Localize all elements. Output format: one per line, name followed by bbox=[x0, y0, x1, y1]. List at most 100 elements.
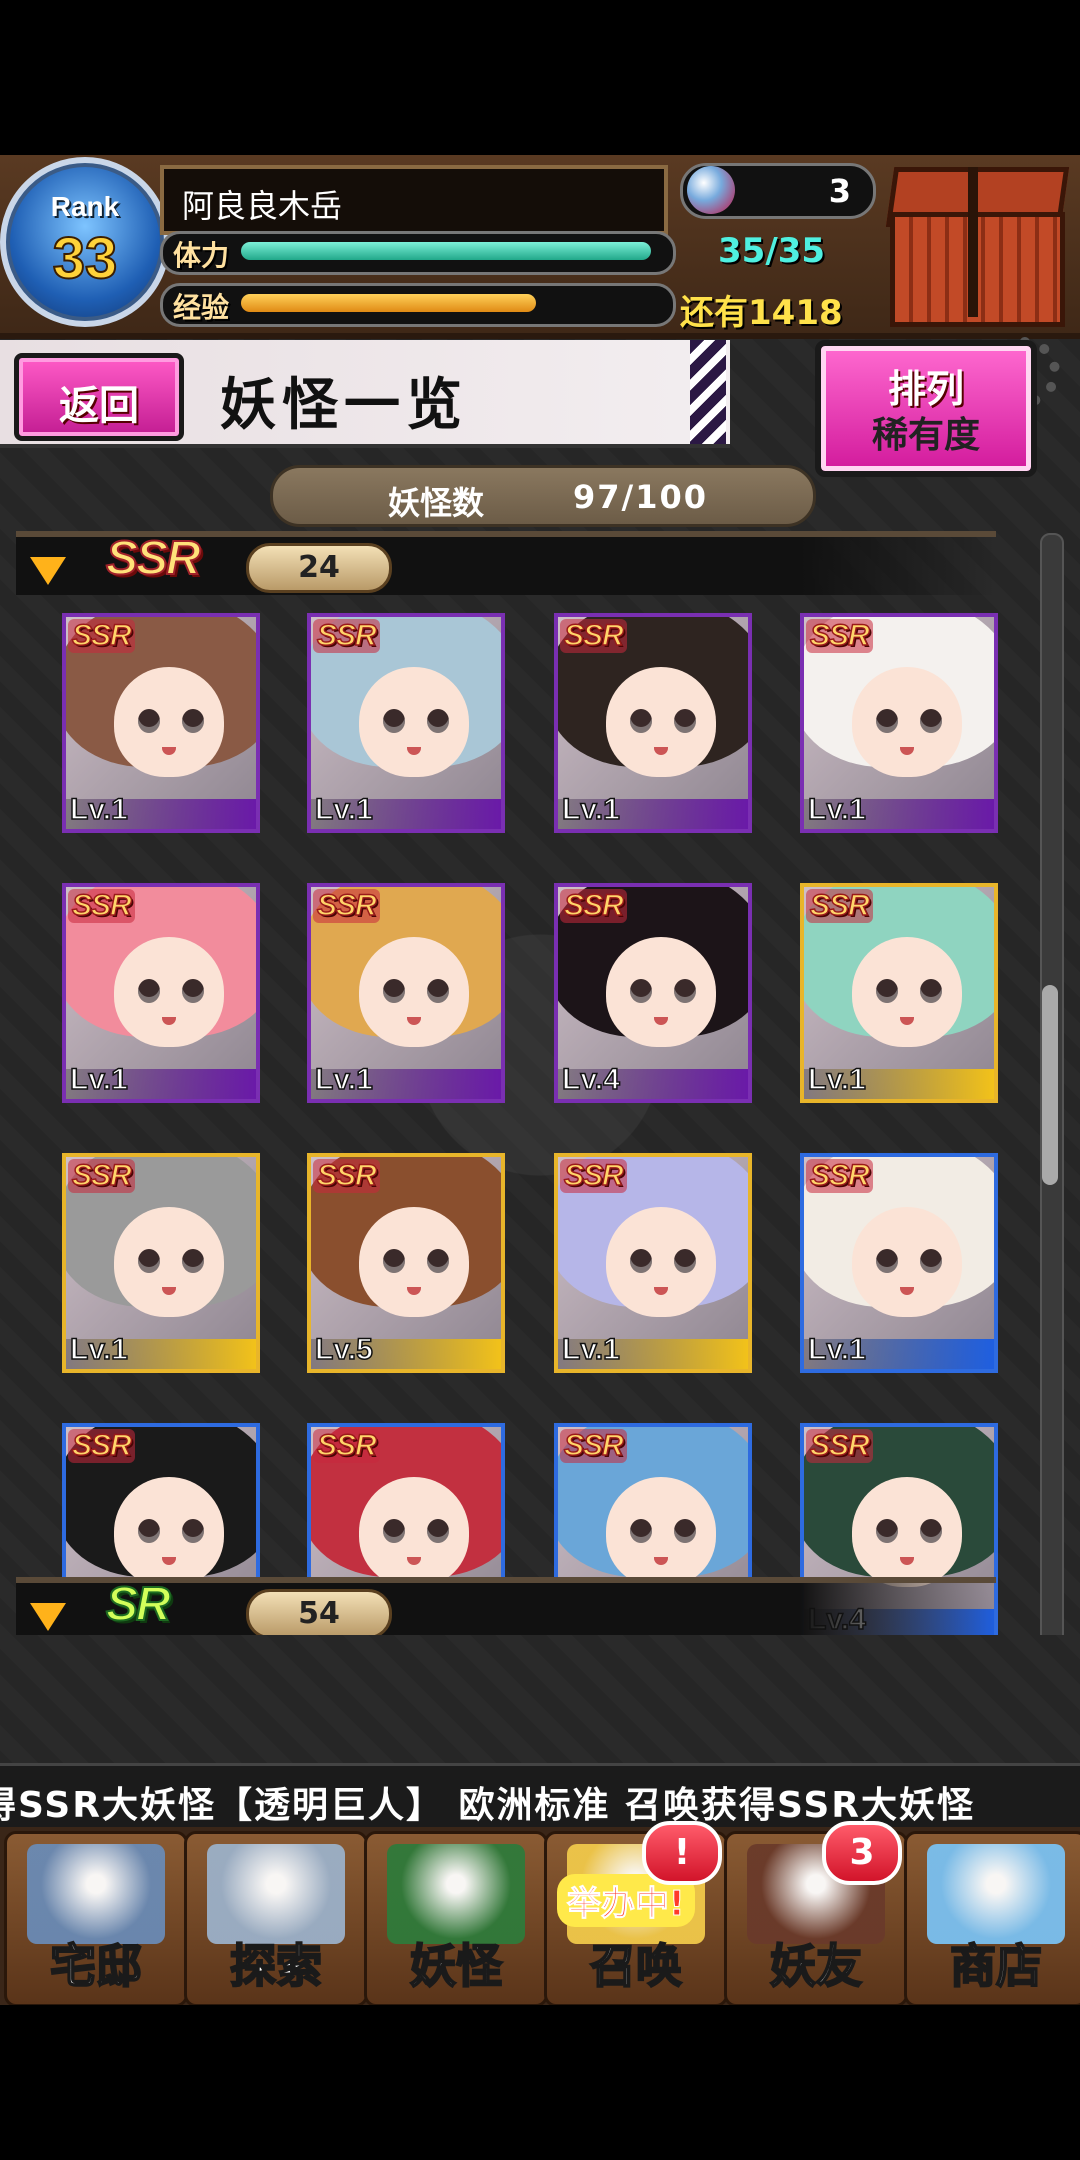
portrait-face bbox=[114, 667, 224, 777]
portrait-eye bbox=[876, 1519, 898, 1543]
portrait-face bbox=[606, 937, 716, 1047]
portrait-face bbox=[852, 667, 962, 777]
exp-remaining: 还有1418 bbox=[680, 293, 843, 333]
nav-label: 商店 bbox=[949, 1938, 1043, 1994]
stamina-value: 35/35 bbox=[718, 231, 826, 271]
ssr-tag: SSR bbox=[560, 888, 627, 923]
nav-item[interactable]: 商店 bbox=[904, 1831, 1080, 2005]
portrait-face bbox=[606, 1477, 716, 1587]
section-count: 54 bbox=[246, 1589, 392, 1635]
yokai-card[interactable]: SSR Lv.1 bbox=[554, 613, 752, 833]
portrait-eye bbox=[630, 1519, 652, 1543]
card-level: Lv.1 bbox=[69, 1062, 128, 1097]
portrait-face bbox=[606, 667, 716, 777]
portrait-face bbox=[114, 937, 224, 1047]
rank-value: 33 bbox=[52, 225, 119, 292]
back-button[interactable]: 返回 bbox=[14, 353, 184, 441]
mansion-icon bbox=[27, 1844, 165, 1944]
section-header-sr[interactable]: SR 54 bbox=[16, 1577, 996, 1635]
nav-item[interactable]: 宅邸 bbox=[4, 1831, 188, 2005]
portrait-face bbox=[359, 1477, 469, 1587]
card-level: Lv.1 bbox=[69, 792, 128, 827]
exp-label: 经验 bbox=[173, 291, 230, 324]
nav-item[interactable]: 探索 bbox=[184, 1831, 368, 2005]
card-level: Lv.4 bbox=[561, 1062, 620, 1097]
stamina-bar: 体力 bbox=[160, 231, 676, 275]
yokai-card[interactable]: SSR Lv.1 bbox=[62, 613, 260, 833]
title-pattern bbox=[690, 340, 726, 444]
exp-fill bbox=[241, 294, 537, 312]
ssr-tag: SSR bbox=[313, 888, 380, 923]
collapse-arrow-icon[interactable] bbox=[30, 557, 66, 585]
treasure-chest-icon[interactable] bbox=[880, 167, 1070, 327]
scrollbar-thumb[interactable] bbox=[1042, 985, 1058, 1185]
ssr-tag: SSR bbox=[806, 1428, 873, 1463]
portrait-face bbox=[114, 1207, 224, 1317]
portrait-eye bbox=[383, 1519, 405, 1543]
news-ticker: 得SSR大妖怪【透明巨人】 欧洲标准 召唤获得SSR大妖怪 bbox=[0, 1763, 1080, 1831]
portrait-face bbox=[359, 937, 469, 1047]
yokai-card[interactable]: SSR Lv.1 bbox=[554, 1153, 752, 1373]
yokai-card[interactable]: SSR Lv.1 bbox=[307, 613, 505, 833]
yokai-count: 妖怪数 97/100 bbox=[270, 465, 816, 527]
stamina-fill bbox=[241, 242, 651, 260]
portrait-eye bbox=[138, 1249, 160, 1273]
nav-label: 宅邸 bbox=[49, 1938, 143, 1994]
ssr-tag: SSR bbox=[313, 1428, 380, 1463]
ssr-tag: SSR bbox=[806, 888, 873, 923]
portrait-eye bbox=[630, 709, 652, 733]
yokai-card[interactable]: SSR Lv.5 bbox=[307, 1153, 505, 1373]
count-label: 妖怪数 bbox=[388, 484, 485, 522]
bottom-nav: 宅邸 探索 妖怪 举办中! 召唤! 妖友 3 商店 bbox=[0, 1821, 1080, 2005]
card-level: Lv.5 bbox=[314, 1332, 373, 1367]
card-level: Lv.1 bbox=[561, 1332, 620, 1367]
yokai-card[interactable]: SSR Lv.1 bbox=[800, 613, 998, 833]
portrait-eye bbox=[182, 1249, 204, 1273]
page-title: 妖怪一览 bbox=[220, 372, 468, 438]
yokai-card[interactable]: SSR Lv.1 bbox=[307, 883, 505, 1103]
portrait-eye bbox=[182, 979, 204, 1003]
card-level: Lv.1 bbox=[314, 1062, 373, 1097]
chest-rope bbox=[968, 167, 978, 317]
sort-button[interactable]: 排列 稀有度 bbox=[815, 340, 1037, 477]
card-level: Lv.1 bbox=[807, 792, 866, 827]
count-value: 97/100 bbox=[573, 478, 709, 516]
portrait-face bbox=[359, 1207, 469, 1317]
card-level: Lv.1 bbox=[807, 1332, 866, 1367]
nav-item[interactable]: 妖怪 bbox=[364, 1831, 548, 2005]
collapse-arrow-icon[interactable] bbox=[30, 1603, 66, 1631]
back-button-label: 返回 bbox=[59, 383, 139, 429]
ssr-tag: SSR bbox=[313, 1158, 380, 1193]
portrait-eye bbox=[427, 1519, 449, 1543]
portrait-eye bbox=[383, 709, 405, 733]
yokai-card[interactable]: SSR Lv.1 bbox=[62, 1153, 260, 1373]
portrait-eye bbox=[182, 1519, 204, 1543]
portrait-eye bbox=[920, 709, 942, 733]
portrait-face bbox=[359, 667, 469, 777]
portrait-eye bbox=[674, 979, 696, 1003]
ssr-tag: SSR bbox=[806, 618, 873, 653]
yokai-card[interactable]: SSR Lv.1 bbox=[62, 883, 260, 1103]
portrait-eye bbox=[920, 1519, 942, 1543]
gem-counter[interactable]: 3 bbox=[680, 163, 876, 219]
yokai-card[interactable]: SSR Lv.1 bbox=[800, 883, 998, 1103]
sort-value: 稀有度 bbox=[871, 415, 980, 456]
section-header-ssr[interactable]: SSR 24 bbox=[16, 531, 996, 595]
ssr-tag: SSR bbox=[68, 618, 135, 653]
portrait-face bbox=[114, 1477, 224, 1587]
nav-label: 召唤 bbox=[589, 1938, 683, 1994]
yokai-card[interactable]: SSR Lv.4 bbox=[554, 883, 752, 1103]
portrait-eye bbox=[427, 1249, 449, 1273]
player-name-box: 阿良良木岳 bbox=[160, 165, 668, 235]
notification-badge: 3 bbox=[822, 1821, 902, 1885]
portrait-eye bbox=[630, 1249, 652, 1273]
scroll-icon bbox=[387, 1844, 525, 1944]
card-level: Lv.1 bbox=[314, 792, 373, 827]
portrait-eye bbox=[920, 979, 942, 1003]
portrait-eye bbox=[876, 979, 898, 1003]
portrait-eye bbox=[138, 709, 160, 733]
yokai-list[interactable]: SSR 24 SSR Lv.1 SSR Lv.1 SSR Lv.1 SSR Lv.1 SSR Lv… bbox=[0, 525, 1080, 1635]
portrait-eye bbox=[427, 709, 449, 733]
nav-label: 妖怪 bbox=[409, 1938, 503, 1994]
yokai-card[interactable]: SSR Lv.1 bbox=[800, 1153, 998, 1373]
